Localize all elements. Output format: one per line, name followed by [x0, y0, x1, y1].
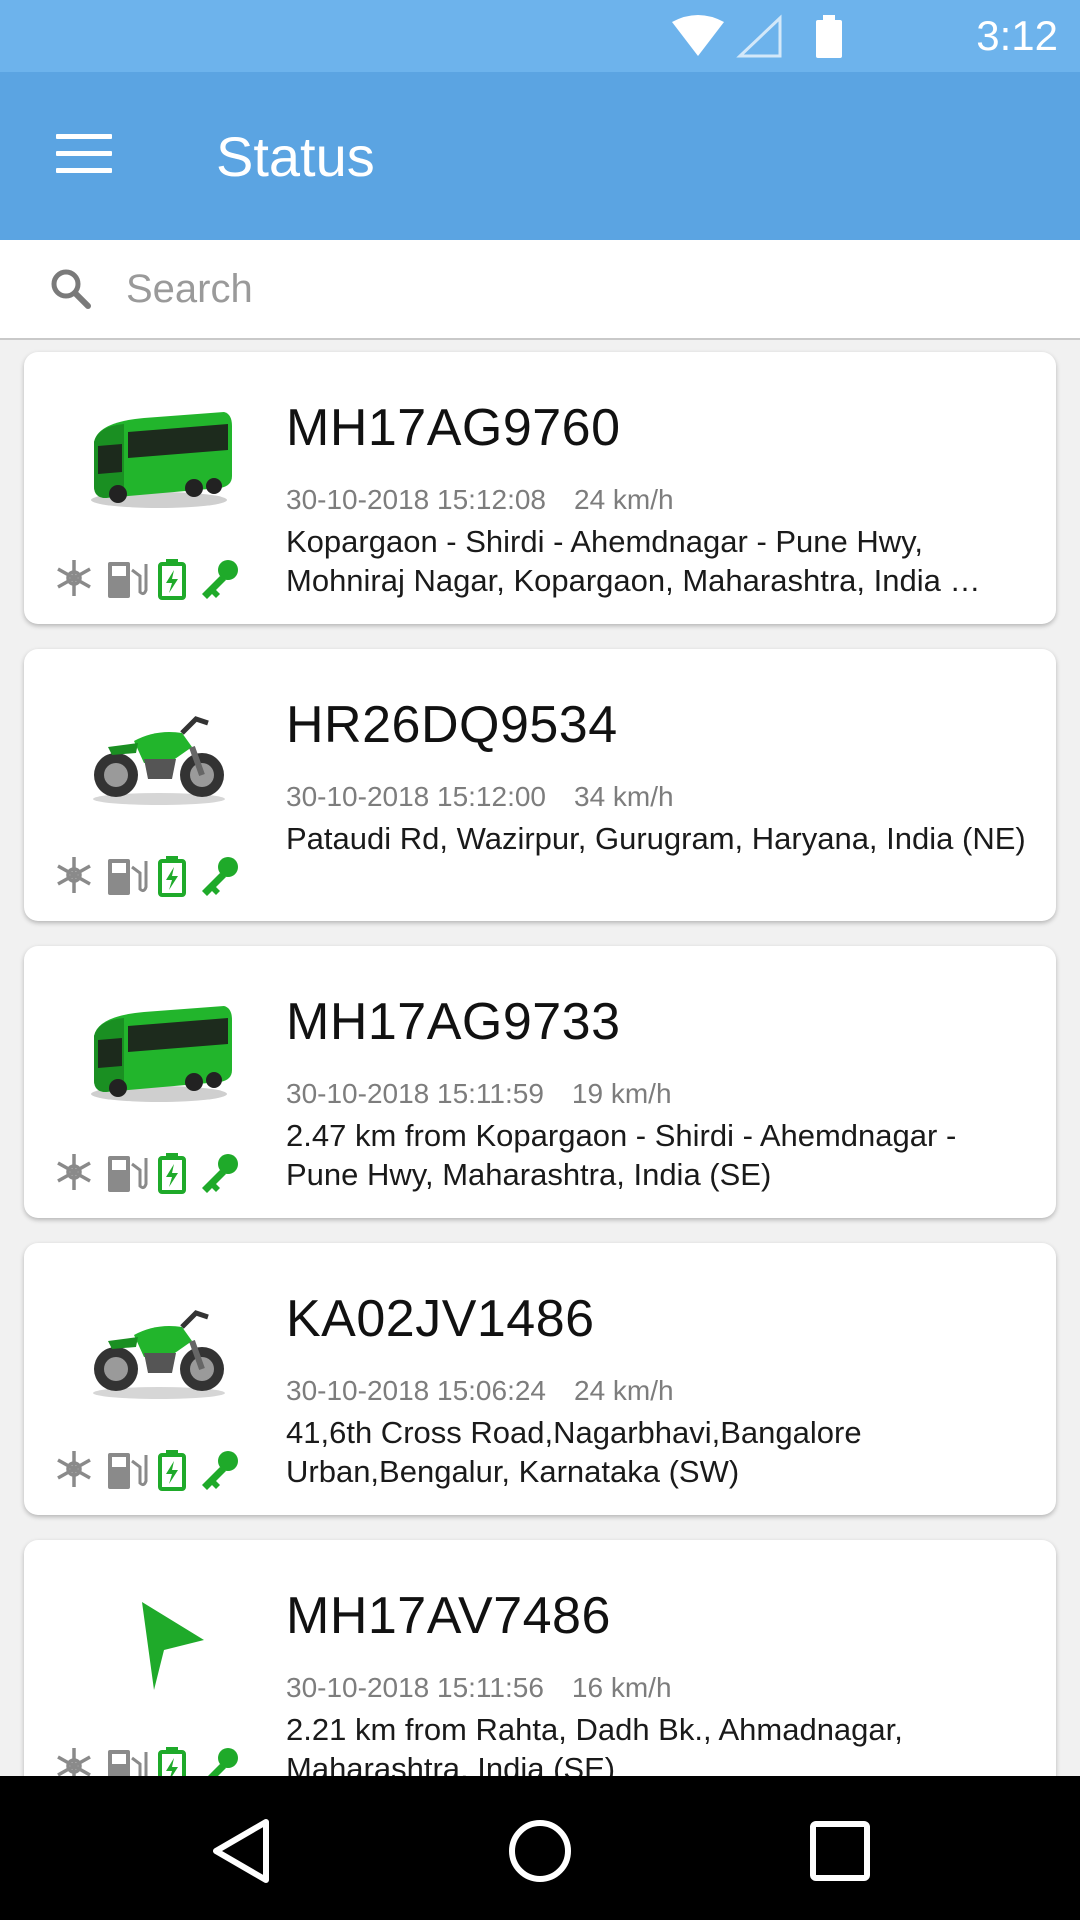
vehicle-plate: KA02JV1486	[286, 1290, 595, 1348]
vehicle-meta: 30-10-2018 15:11:59 19 km/h	[286, 1078, 672, 1110]
battery-charging-icon	[158, 856, 186, 897]
bus-icon	[91, 1006, 232, 1102]
motorcycle-icon	[93, 716, 225, 805]
battery-charging-icon	[158, 559, 186, 600]
timestamp: 30-10-2018 15:12:08	[286, 484, 546, 515]
vehicle-address: Pataudi Rd, Wazirpur, Gurugram, Haryana,…	[286, 821, 1026, 856]
back-icon[interactable]	[206, 1816, 276, 1886]
vehicle-card[interactable]: MH17AV7486 30-10-2018 15:11:56 16 km/h 2.…	[24, 1540, 1056, 1776]
vehicle-plate: MH17AV7486	[286, 1587, 611, 1645]
app-bar: Status	[0, 72, 1080, 240]
vehicle-meta: 30-10-2018 15:12:00 34 km/h	[286, 781, 674, 813]
vehicle-card[interactable]: KA02JV1486 30-10-2018 15:06:24 24 km/h 41…	[24, 1243, 1056, 1515]
speed: 16 km/h	[571, 1672, 672, 1703]
battery-icon	[816, 20, 842, 58]
ignition-key-icon	[202, 857, 238, 896]
battery-charging-icon	[158, 1747, 186, 1776]
wifi-icon	[672, 15, 724, 56]
recents-icon[interactable]	[805, 1816, 875, 1886]
battery-charging-icon	[158, 1450, 186, 1491]
ignition-key-icon	[202, 1154, 238, 1193]
search-bar	[0, 240, 1080, 340]
status-indicators	[57, 559, 238, 600]
status-indicators	[57, 1450, 238, 1491]
timestamp: 30-10-2018 15:06:24	[286, 1375, 546, 1406]
status-icons	[672, 14, 842, 58]
fuel-icon	[108, 859, 148, 895]
speed: 19 km/h	[571, 1078, 672, 1109]
fuel-icon	[108, 1750, 148, 1776]
timestamp: 30-10-2018 15:11:56	[286, 1672, 544, 1703]
snowflake-icon	[57, 1451, 91, 1487]
vehicle-meta: 30-10-2018 15:06:24 24 km/h	[286, 1375, 674, 1407]
page-title: Status	[216, 125, 375, 188]
vehicle-plate: HR26DQ9534	[286, 696, 618, 754]
ignition-key-icon	[202, 560, 238, 599]
fuel-icon	[108, 562, 148, 598]
vehicle-plate: MH17AG9733	[286, 993, 621, 1051]
vehicle-list: MH17AG9760 30-10-2018 15:12:08 24 km/h Ko…	[0, 338, 1080, 1776]
home-icon[interactable]	[505, 1816, 575, 1886]
clock: 3:12	[976, 12, 1058, 59]
snowflake-icon	[57, 1154, 91, 1190]
search-icon	[51, 269, 91, 309]
fuel-icon	[108, 1453, 148, 1489]
search-input[interactable]	[124, 256, 1028, 322]
vehicle-address: 2.47 km from Kopargaon - Shirdi - Ahemdn…	[286, 1118, 957, 1192]
vehicle-address: Kopargaon - Shirdi - Ahemdnagar - Pune H…	[286, 524, 981, 598]
system-navigation-bar	[0, 1776, 1080, 1920]
ignition-key-icon	[202, 1451, 238, 1490]
status-indicators	[57, 1153, 238, 1194]
motorcycle-icon	[93, 1310, 225, 1399]
snowflake-icon	[57, 1748, 91, 1776]
menu-icon[interactable]	[56, 134, 112, 178]
snowflake-icon	[57, 560, 91, 596]
signal-icon	[736, 14, 782, 58]
vehicle-address: 2.21 km from Rahta, Dadh Bk., Ahmadnagar…	[286, 1712, 903, 1776]
speed: 24 km/h	[574, 1375, 674, 1406]
vehicle-plate: MH17AG9760	[286, 399, 621, 457]
vehicle-card[interactable]: MH17AG9733 30-10-2018 15:11:59 19 km/h 2.…	[24, 946, 1056, 1218]
speed: 24 km/h	[574, 484, 674, 515]
fuel-icon	[108, 1156, 148, 1192]
vehicle-card[interactable]: MH17AG9760 30-10-2018 15:12:08 24 km/h Ko…	[24, 352, 1056, 624]
snowflake-icon	[57, 857, 91, 893]
status-indicators	[57, 856, 238, 897]
vehicle-card[interactable]: HR26DQ9534 30-10-2018 15:12:00 34 km/h Pa…	[24, 649, 1056, 921]
timestamp: 30-10-2018 15:12:00	[286, 781, 546, 812]
vehicle-address: 41,6th Cross Road,Nagarbhavi,Bangalore U…	[286, 1415, 862, 1489]
bus-icon	[91, 412, 232, 508]
navigation-arrow-icon	[142, 1602, 204, 1690]
battery-charging-icon	[158, 1153, 186, 1194]
speed: 34 km/h	[574, 781, 674, 812]
status-indicators	[57, 1747, 238, 1776]
timestamp: 30-10-2018 15:11:59	[286, 1078, 544, 1109]
vehicle-meta: 30-10-2018 15:12:08 24 km/h	[286, 484, 674, 516]
status-bar: 3:12	[0, 0, 1080, 72]
ignition-key-icon	[208, 1748, 238, 1776]
vehicle-meta: 30-10-2018 15:11:56 16 km/h	[286, 1672, 672, 1704]
